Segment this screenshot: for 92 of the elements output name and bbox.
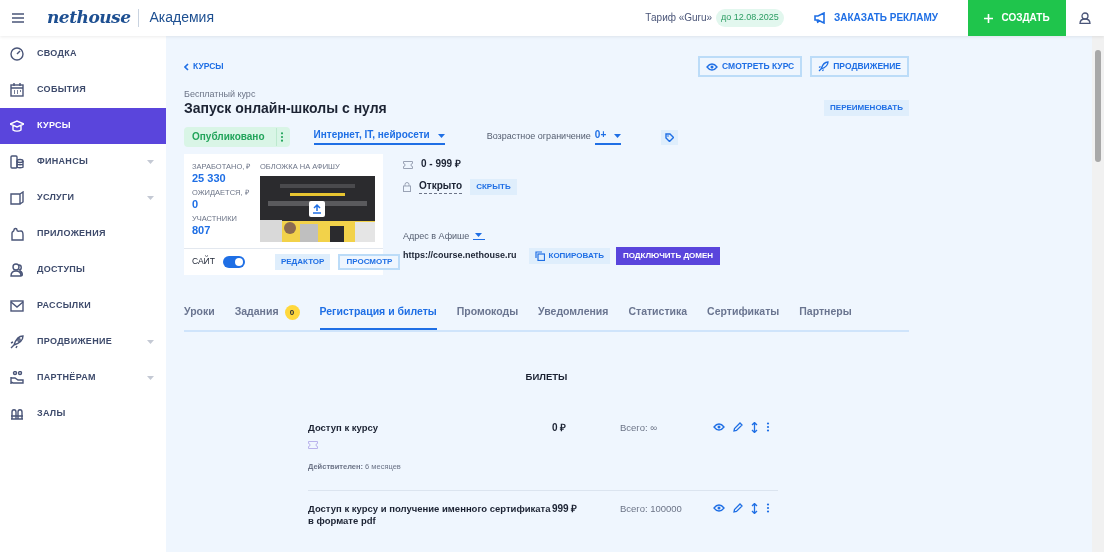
course-url: https://course.nethouse.ru (403, 250, 517, 262)
age-label: Возрастное ограничение (486, 131, 591, 143)
puzzle-icon (10, 227, 24, 241)
copy-icon (534, 251, 545, 261)
tariff-label: Тариф «Guru» (645, 11, 713, 25)
tariff-badge: до 12.08.2025 (716, 9, 784, 27)
ticket-name: Доступ к курсу и получение именного сертификата в формате pdf (308, 502, 552, 527)
kebab-icon[interactable] (766, 503, 770, 514)
sidebar-item[interactable]: СОБЫТИЯ (0, 72, 166, 108)
sidebar-item[interactable]: ПАРТНЁРАМ (0, 360, 166, 396)
chevron-left-icon (184, 62, 189, 71)
price-range: 0 - 999 ₽ (421, 158, 461, 171)
stat-value: 0 (192, 197, 200, 211)
tab[interactable]: Уроки (184, 304, 215, 330)
tab[interactable]: Сертификаты (707, 304, 780, 330)
promotion-button[interactable]: ПРОДВИЖЕНИЕ (810, 56, 909, 77)
gauge-icon (10, 47, 24, 61)
tab[interactable]: Промокоды (456, 304, 519, 330)
ticket-total: Всего: 100000 (620, 502, 683, 515)
category-dropdown[interactable]: Интернет, IT, нейросети (313, 129, 445, 145)
sidebar-item[interactable]: РАССЫЛКИ (0, 288, 166, 324)
user-icon[interactable] (1079, 12, 1091, 24)
status-badge[interactable]: Опубликовано (184, 126, 290, 148)
create-button[interactable]: СОЗДАТЬ (968, 0, 1066, 36)
tag-icon (665, 132, 675, 142)
connect-domain-button[interactable]: ПОДКЛЮЧИТЬ ДОМЕН (615, 247, 721, 265)
back-link[interactable]: КУРСЫ (184, 61, 224, 72)
copy-button[interactable]: КОПИРОВАТЬ (528, 248, 610, 264)
rename-button[interactable]: ПЕРЕИМЕНОВАТЬ (824, 99, 909, 116)
preview-button[interactable]: ПРОСМОТР (338, 253, 401, 270)
move-arrows-icon[interactable] (751, 502, 758, 514)
advertise-button[interactable]: ЗАКАЗАТЬ РЕКЛАМУ (807, 10, 944, 26)
tab[interactable]: Регистрация и билеты (319, 304, 437, 330)
site-toggle[interactable] (222, 255, 245, 268)
course-title: Запуск онлайн-школы с нуля (184, 100, 388, 118)
menu-icon[interactable] (12, 13, 24, 23)
scrollbar[interactable] (1092, 36, 1104, 552)
sidebar-item[interactable]: ДОСТУПЫ (0, 252, 166, 288)
course-type: Бесплатный курс (184, 89, 257, 101)
move-arrows-icon[interactable] (751, 421, 758, 433)
sidebar-item[interactable]: ФИНАНСЫ (0, 144, 166, 180)
sidebar-item[interactable]: ЗАЛЫ (0, 396, 166, 432)
rocket-icon (10, 335, 24, 349)
plus-icon (984, 13, 994, 23)
eye-icon[interactable] (713, 504, 725, 513)
graduation-cap-icon (10, 119, 24, 133)
section-title: Академия (138, 9, 215, 27)
address-label: Адрес в Афише (403, 230, 470, 242)
ticket-icon (308, 441, 318, 450)
seats-icon (10, 407, 24, 421)
tab[interactable]: Статистика (628, 304, 688, 330)
tab[interactable]: Партнеры (799, 304, 852, 330)
coins-icon (10, 155, 24, 169)
caret-down-icon (437, 133, 445, 138)
view-course-button[interactable]: СМОТРЕТЬ КУРС (698, 56, 803, 77)
tag-button[interactable] (661, 129, 679, 145)
kebab-icon[interactable] (766, 422, 770, 432)
sidebar-item[interactable]: КУРСЫ (0, 108, 166, 144)
ticket-icon (403, 160, 413, 169)
ticket-name: Доступ к курсу (308, 421, 380, 434)
tablet-icon (10, 191, 24, 205)
caret-down-icon (614, 133, 622, 138)
calendar-icon (10, 83, 24, 97)
tab[interactable]: Задания 0 (234, 304, 300, 330)
ticket-price: 999 ₽ (552, 502, 579, 516)
tab[interactable]: Уведомления (538, 304, 609, 330)
megaphone-icon (813, 12, 826, 24)
ticket-total: Всего: ∞ (620, 421, 658, 434)
pencil-icon[interactable] (733, 503, 743, 514)
count-badge: 0 (284, 304, 300, 320)
sidebar-item[interactable]: СВОДКА (0, 36, 166, 72)
site-label: САЙТ (192, 256, 215, 267)
section-heading: БИЛЕТЫ (525, 370, 568, 382)
users-icon (10, 263, 24, 277)
logo[interactable]: nethouse (47, 7, 131, 29)
rocket-icon (818, 61, 830, 72)
age-dropdown[interactable]: 0+ (594, 129, 622, 145)
access-status[interactable]: Открыто (419, 180, 463, 194)
ticket-price: 0 ₽ (552, 421, 568, 434)
sidebar-item[interactable]: УСЛУГИ (0, 180, 166, 216)
pencil-icon[interactable] (733, 422, 743, 432)
eye-icon[interactable] (713, 423, 725, 431)
stat-value: 807 (192, 223, 212, 237)
lock-icon (403, 181, 411, 192)
eye-icon (706, 62, 719, 71)
sidebar-item[interactable]: ПРИЛОЖЕНИЯ (0, 216, 166, 252)
sidebar-item[interactable]: ПРОДВИЖЕНИЕ (0, 324, 166, 360)
stat-value: 25 330 (192, 171, 227, 185)
hide-button[interactable]: СКРЫТЬ (470, 178, 517, 195)
envelope-icon (10, 299, 24, 313)
caret-down-icon[interactable] (473, 232, 486, 240)
editor-button[interactable]: РЕДАКТОР (274, 253, 331, 270)
